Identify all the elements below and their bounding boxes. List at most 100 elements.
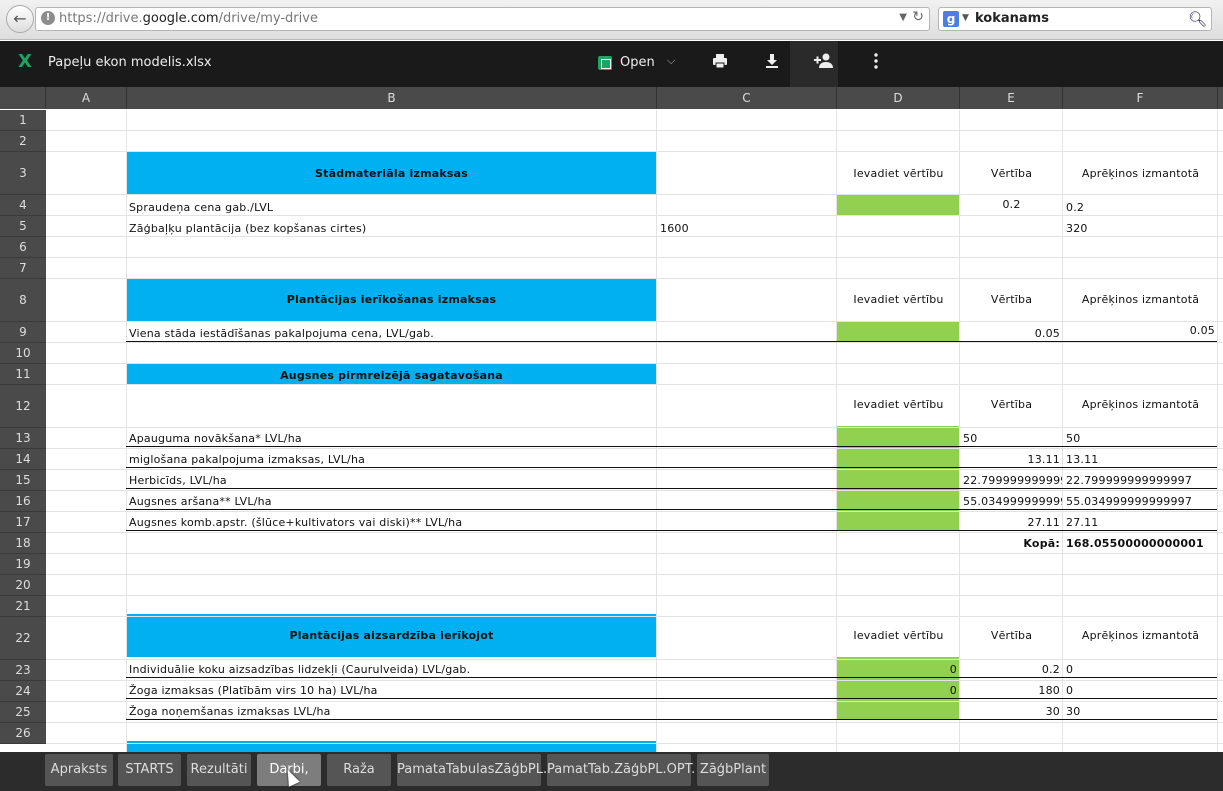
search-bar[interactable]: g ▼ kokanams 🔍︎ xyxy=(938,7,1212,31)
cell-f4[interactable]: 0.2 xyxy=(1066,201,1084,214)
row-header-9[interactable]: 9 xyxy=(0,322,46,343)
cell-f15[interactable]: 22.799999999999997 xyxy=(1066,474,1192,487)
row-header-19[interactable]: 19 xyxy=(0,554,46,575)
cell-b24[interactable]: Žoga izmaksas (Platībām virs 10 ha) LVL/… xyxy=(129,684,378,697)
reload-icon[interactable]: ↻ xyxy=(912,9,924,25)
open-button-label: Open xyxy=(620,55,655,70)
cell-e15[interactable]: 22.7999999999999 xyxy=(963,474,1062,487)
cell-f25[interactable]: 30 xyxy=(1066,705,1080,718)
row-header-25[interactable]: 25 xyxy=(0,702,46,723)
magnifier-icon[interactable]: 🔍︎ xyxy=(1188,10,1207,28)
row-header-7[interactable]: 7 xyxy=(0,258,46,279)
cell-e4[interactable]: 0.2 xyxy=(960,198,1063,211)
cell-d24[interactable]: 0 xyxy=(837,684,957,697)
row-header-10[interactable]: 10 xyxy=(0,343,46,364)
cell-e23[interactable]: 0.2 xyxy=(960,663,1060,676)
add-person-icon[interactable] xyxy=(810,52,838,76)
cell-c5[interactable]: 1600 xyxy=(660,222,689,235)
info-circle-icon: ! xyxy=(41,11,55,25)
row-header-6[interactable]: 6 xyxy=(0,237,46,258)
column-header-e[interactable]: E xyxy=(960,87,1063,109)
row-header-14[interactable]: 14 xyxy=(0,449,46,470)
search-input[interactable]: kokanams xyxy=(975,11,1049,26)
row-header-23[interactable]: 23 xyxy=(0,660,46,681)
sheet-tab-bar: Apraksts STARTS Rezultāti Darbi, Raža Pa… xyxy=(0,752,1223,791)
column-header-c[interactable]: C xyxy=(657,87,837,109)
select-all-corner[interactable] xyxy=(0,87,46,109)
cell-f9[interactable]: 0.05 xyxy=(1063,324,1215,337)
sheet-tab-pamattab-opt[interactable]: PamatTab.ZāģbPL.OPT. xyxy=(547,754,695,786)
open-with-button[interactable]: Open ⌵ xyxy=(592,50,684,78)
chevron-down-icon[interactable]: ⌵ xyxy=(667,54,675,68)
row-header-5[interactable]: 5 xyxy=(0,216,46,237)
cell-d23[interactable]: 0 xyxy=(837,663,957,676)
column-header-d[interactable]: D xyxy=(837,87,960,109)
column-header-a[interactable]: A xyxy=(46,87,127,109)
cell-b5[interactable]: Zāģbaļķu plantācija (bez kopšanas cirtes… xyxy=(129,222,366,235)
row-header-11[interactable]: 11 xyxy=(0,364,46,385)
row-header-20[interactable]: 20 xyxy=(0,575,46,596)
sheet-tab-zagbplant[interactable]: ZāģbPlant xyxy=(697,754,769,786)
sheet-tab-starts[interactable]: STARTS xyxy=(118,754,181,786)
row-header-21[interactable]: 21 xyxy=(0,596,46,617)
cell-e14[interactable]: 13.11 xyxy=(960,453,1060,466)
download-icon[interactable] xyxy=(758,52,786,76)
url-bar[interactable]: ! https://drive.google.com/drive/my-driv… xyxy=(35,7,930,31)
url-history-dropdown-icon[interactable]: ▼ xyxy=(899,12,907,23)
cell-e25[interactable]: 30 xyxy=(960,705,1060,718)
row-header-17[interactable]: 17 xyxy=(0,512,46,533)
cell-b13[interactable]: Apauguma novākšana* LVL/ha xyxy=(129,432,302,445)
cell-e17[interactable]: 27.11 xyxy=(960,516,1060,529)
row-header-22[interactable]: 22 xyxy=(0,617,46,660)
cell-b16[interactable]: Augsnes aršana** LVL/ha xyxy=(129,495,272,508)
search-engine-dropdown-icon[interactable]: ▼ xyxy=(962,13,969,23)
row-header-13[interactable]: 13 xyxy=(0,428,46,449)
cell-e13[interactable]: 50 xyxy=(963,432,977,445)
row-header-3[interactable]: 3 xyxy=(0,152,46,195)
cell-b15[interactable]: Herbicīds, LVL/ha xyxy=(129,474,227,487)
cell-f5[interactable]: 320 xyxy=(1066,222,1088,235)
cell-b25[interactable]: Žoga noņemšanas izmaksas LVL/ha xyxy=(129,705,331,718)
cell-b9[interactable]: Viena stāda iestādīšanas pakalpojuma cen… xyxy=(129,327,434,340)
input-cell-d4[interactable] xyxy=(837,195,960,216)
back-button[interactable]: ← xyxy=(6,5,34,33)
cell-f23[interactable]: 0 xyxy=(1066,663,1073,676)
cell-e18-total-label[interactable]: Kopā: xyxy=(960,537,1060,550)
row-header-8[interactable]: 8 xyxy=(0,279,46,322)
row-header-26[interactable]: 26 xyxy=(0,723,46,744)
sheet-tab-raza[interactable]: Raža xyxy=(327,754,391,786)
input-cell-d9[interactable] xyxy=(837,321,960,342)
row-header-16[interactable]: 16 xyxy=(0,491,46,512)
row-header-15[interactable]: 15 xyxy=(0,470,46,491)
gridline xyxy=(46,130,1223,131)
more-vert-icon[interactable] xyxy=(862,52,890,76)
cell-b14[interactable]: miglošana pakalpojuma izmaksas, LVL/ha xyxy=(129,453,365,466)
cell-e9[interactable]: 0.05 xyxy=(960,327,1060,340)
cell-f17[interactable]: 27.11 xyxy=(1066,516,1099,529)
row-header-4[interactable]: 4 xyxy=(0,195,46,216)
cell-f24[interactable]: 0 xyxy=(1066,684,1073,697)
cell-e16[interactable]: 55.0349999999999 xyxy=(963,495,1062,508)
cell-b23[interactable]: Individuālie koku aizsadzības lidzekļi (… xyxy=(129,663,470,676)
row-header-2[interactable]: 2 xyxy=(0,131,46,152)
input-cells-d13-d17[interactable] xyxy=(837,426,960,531)
printer-icon[interactable] xyxy=(706,52,734,76)
cell-f16[interactable]: 55.034999999999997 xyxy=(1066,495,1192,508)
column-header-f[interactable]: F xyxy=(1063,87,1218,109)
google-search-engine-icon[interactable]: g xyxy=(943,11,959,27)
cell-b4[interactable]: Spraudeņa cena gab./LVL xyxy=(129,201,273,214)
cell-e24[interactable]: 180 xyxy=(960,684,1060,697)
column-header-b[interactable]: B xyxy=(127,87,657,109)
row-header-18[interactable]: 18 xyxy=(0,533,46,554)
sheet-tab-rezultati[interactable]: Rezultāti xyxy=(187,754,251,786)
browser-toolbar: ← ! https://drive.google.com/drive/my-dr… xyxy=(0,0,1223,40)
cell-f13[interactable]: 50 xyxy=(1066,432,1080,445)
cell-f18-total[interactable]: 168.05500000000001 xyxy=(1066,537,1204,550)
row-header-1[interactable]: 1 xyxy=(0,110,46,131)
row-header-12[interactable]: 12 xyxy=(0,385,46,428)
sheet-tab-apraksts[interactable]: Apraksts xyxy=(45,754,113,786)
cell-b17[interactable]: Augsnes komb.apstr. (šlūce+kultivators v… xyxy=(129,516,462,529)
cell-f14[interactable]: 13.11 xyxy=(1066,453,1099,466)
sheet-tab-pamatatabulas[interactable]: PamataTabulasZāģbPL. xyxy=(397,754,547,786)
row-header-24[interactable]: 24 xyxy=(0,681,46,702)
